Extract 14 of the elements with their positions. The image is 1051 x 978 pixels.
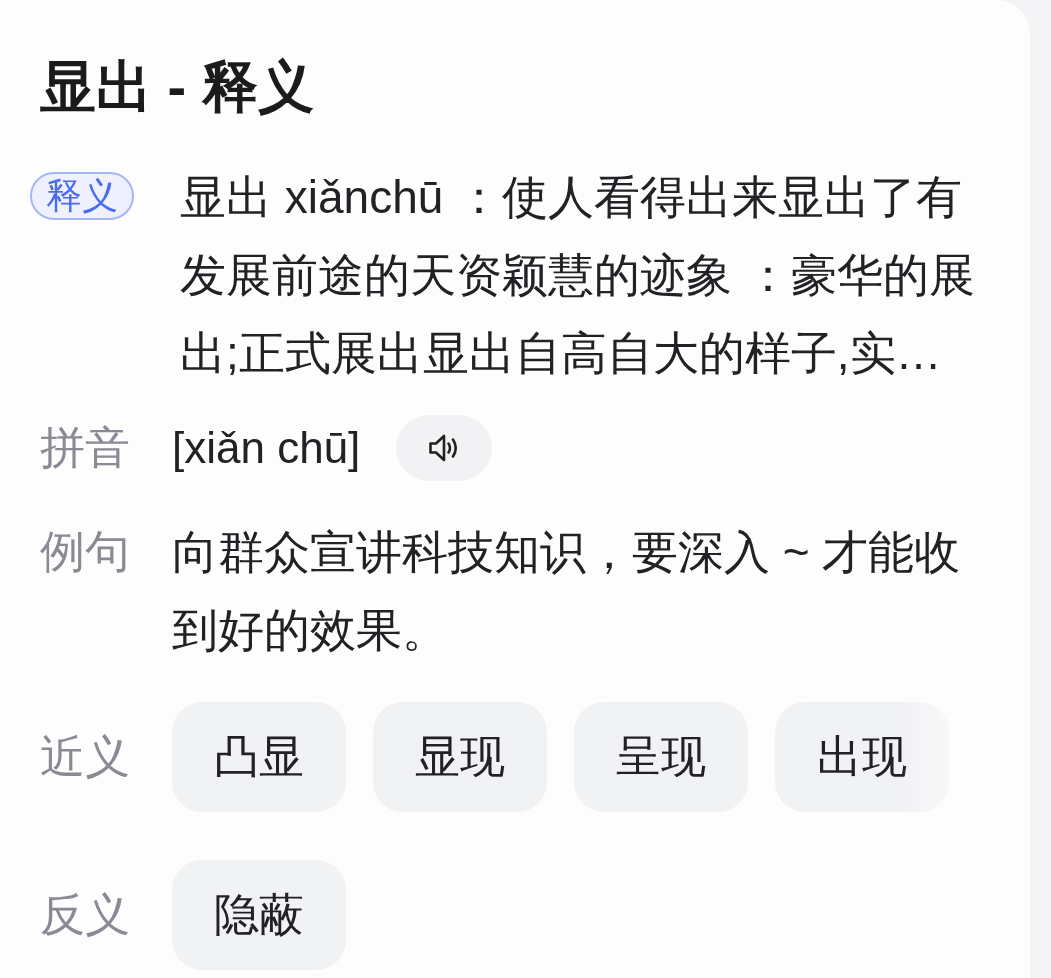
pinyin-text: [xiǎn chū] — [172, 422, 361, 474]
definition-text: 显出 xiǎnchū ：使人看得出来显出了有发展前途的天资颖慧的迹象 ：豪华的展出;正式展出显出自高自大的样子,实… — [180, 170, 976, 381]
row-label: 例句 — [40, 525, 130, 579]
row-label: 拼音 — [40, 421, 130, 475]
example-sentence: 向群众宣讲科技知识，要深入 ~ 才能收到好的效果。 — [172, 525, 962, 658]
word-chip[interactable]: 显现 — [373, 702, 547, 812]
word-chip[interactable]: 凸显 — [172, 702, 346, 812]
word-chip[interactable]: 隐蔽 — [172, 860, 346, 970]
page-title: 显出 - 释义 — [40, 54, 315, 120]
word-chip[interactable]: 呈现 — [574, 702, 748, 812]
row-label: 近义 — [40, 730, 130, 784]
definition-badge: 释义 — [30, 172, 134, 220]
word-chip[interactable]: 出现 — [775, 702, 949, 812]
row-label: 反义 — [40, 888, 130, 942]
